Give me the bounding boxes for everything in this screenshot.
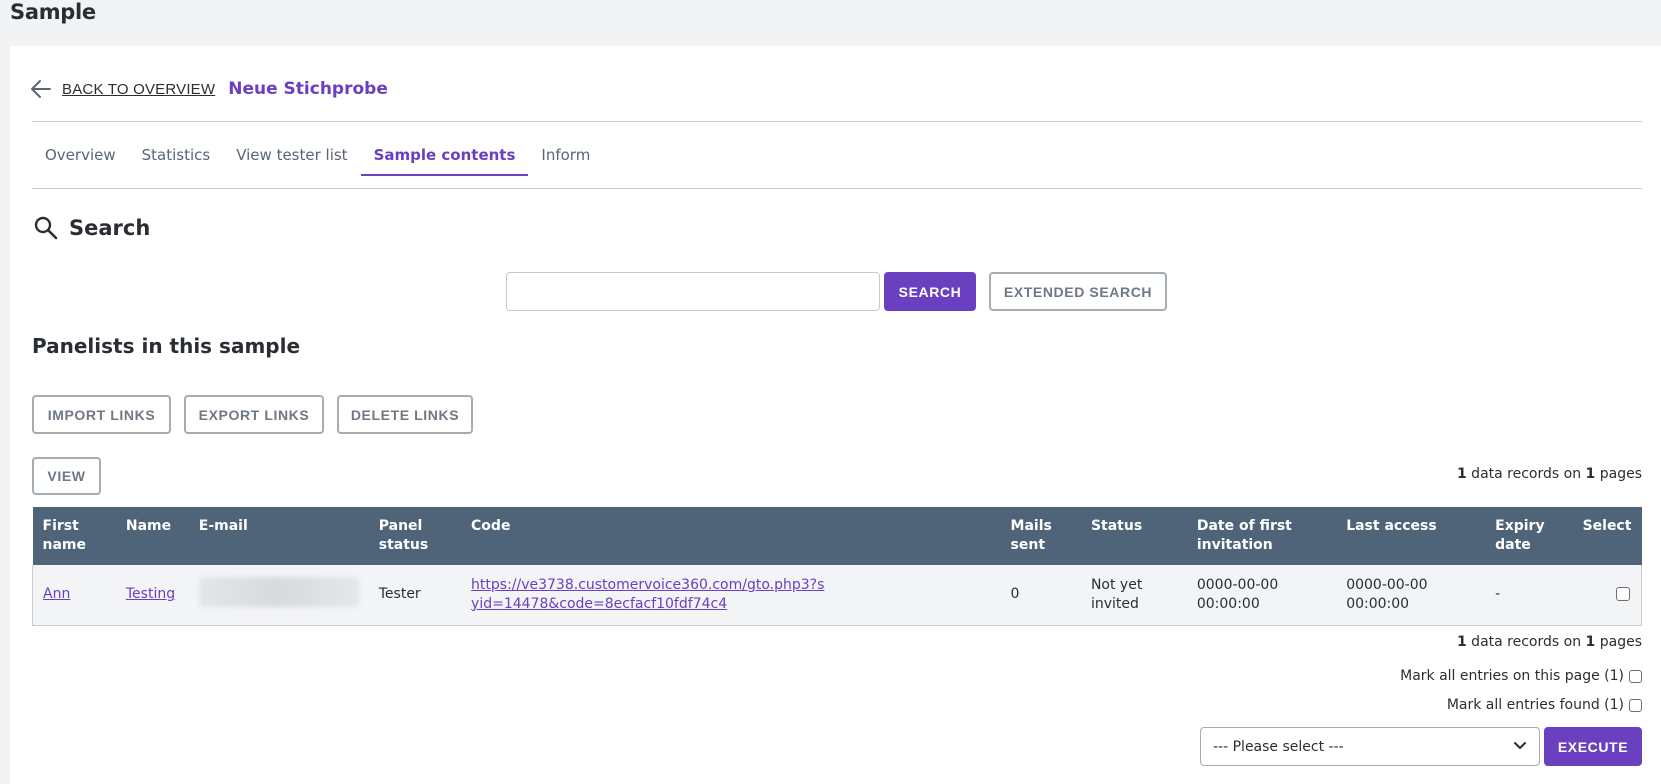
search-input[interactable] xyxy=(506,272,880,311)
tab-overview[interactable]: Overview xyxy=(32,134,129,176)
status-cell: Not yet invited xyxy=(1080,565,1187,626)
mark-page-row: Mark all entries on this page (1) xyxy=(1400,668,1642,684)
mark-found-label: Mark all entries found (1) xyxy=(1446,697,1624,713)
mark-found-checkbox[interactable] xyxy=(1629,698,1642,712)
column-header[interactable]: Status xyxy=(1080,507,1187,565)
mails-sent-cell: 0 xyxy=(1000,565,1081,626)
tab-view-tester-list[interactable]: View tester list xyxy=(223,134,360,176)
page-title: Sample xyxy=(10,0,96,24)
column-header[interactable]: Mails sent xyxy=(1000,507,1081,565)
column-header[interactable]: Expiry date xyxy=(1485,507,1573,565)
arrow-left-icon[interactable] xyxy=(30,78,52,100)
column-header[interactable]: E-mail xyxy=(188,507,369,565)
column-header: Select xyxy=(1572,507,1642,565)
view-button[interactable]: VIEW xyxy=(32,457,101,495)
extended-search-button[interactable]: EXTENDED SEARCH xyxy=(989,272,1167,311)
export-links-button[interactable]: EXPORT LINKS xyxy=(184,395,324,434)
column-header[interactable]: Date of first invitation xyxy=(1186,507,1337,565)
search-button[interactable]: SEARCH xyxy=(884,272,976,311)
code-link[interactable]: https://ve3738.customervoice360.com/gto.… xyxy=(471,577,824,612)
tab-inform[interactable]: Inform xyxy=(528,134,603,176)
breadcrumb: BACK TO OVERVIEW Neue Stichprobe xyxy=(30,74,388,104)
column-header[interactable]: Name xyxy=(115,507,189,565)
first-invitation-cell: 0000-00-00 00:00:00 xyxy=(1186,565,1337,626)
email-redacted xyxy=(198,576,359,607)
panel-status-cell: Tester xyxy=(368,565,462,626)
divider xyxy=(32,188,1642,189)
tab-sample-contents[interactable]: Sample contents xyxy=(360,134,529,176)
action-select-value: --- Please select --- xyxy=(1213,738,1344,755)
search-icon xyxy=(33,215,59,241)
expiry-date-cell: - xyxy=(1485,565,1573,626)
records-count-top: 1 data records on 1 pages xyxy=(1456,466,1642,482)
delete-links-button[interactable]: DELETE LINKS xyxy=(337,395,473,434)
action-select[interactable]: --- Please select --- xyxy=(1200,727,1540,766)
import-links-button[interactable]: IMPORT LINKS xyxy=(32,395,171,434)
tab-statistics[interactable]: Statistics xyxy=(129,134,224,176)
chevron-down-icon xyxy=(1513,739,1527,755)
breadcrumb-current: Neue Stichprobe xyxy=(228,79,388,99)
mark-found-row: Mark all entries found (1) xyxy=(1447,697,1642,713)
column-header[interactable]: Code xyxy=(461,507,1001,565)
column-header[interactable]: First name xyxy=(32,507,116,565)
column-header[interactable]: Panel status xyxy=(368,507,462,565)
mark-page-label: Mark all entries on this page (1) xyxy=(1400,668,1624,684)
first-name-link[interactable]: Ann xyxy=(43,586,70,602)
mark-page-checkbox[interactable] xyxy=(1629,669,1642,683)
back-to-overview-link[interactable]: BACK TO OVERVIEW xyxy=(62,81,215,98)
name-link[interactable]: Testing xyxy=(126,586,175,602)
tab-bar: Overview Statistics View tester list Sam… xyxy=(32,134,603,176)
table-row: Ann Testing Tester https://ve3738.custom… xyxy=(31,565,1642,626)
records-count-bottom: 1 data records on 1 pages xyxy=(1456,634,1642,650)
section-title: Panelists in this sample xyxy=(32,334,301,358)
column-header[interactable]: Last access xyxy=(1336,507,1486,565)
search-heading: Search xyxy=(33,215,150,241)
execute-button[interactable]: EXECUTE xyxy=(1544,727,1642,766)
row-select-checkbox[interactable] xyxy=(1616,587,1630,602)
panelists-table: First name Name E-mail Panel status Code… xyxy=(31,507,1642,626)
table-header-row: First name Name E-mail Panel status Code… xyxy=(32,507,1642,565)
last-access-cell: 0000-00-00 00:00:00 xyxy=(1336,565,1486,626)
divider xyxy=(32,121,1642,122)
search-heading-label: Search xyxy=(69,216,151,240)
